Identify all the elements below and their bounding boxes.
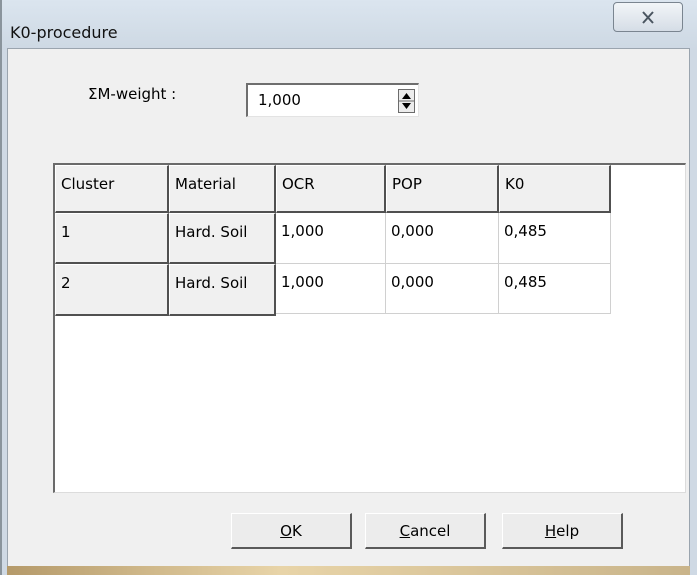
column-header-k0[interactable]: K0 bbox=[499, 165, 611, 213]
taskbar-strip bbox=[7, 566, 690, 575]
close-x-icon bbox=[642, 10, 654, 24]
sum-m-weight-spinbox[interactable]: 1,000 bbox=[246, 83, 419, 117]
row-header-cluster-1[interactable]: 1 bbox=[55, 213, 169, 264]
sum-m-weight-value[interactable]: 1,000 bbox=[258, 91, 301, 109]
cell-ocr-2[interactable]: 1,000 bbox=[276, 264, 386, 314]
spin-up-down-icon[interactable] bbox=[398, 89, 415, 113]
help-button-label: elp bbox=[556, 521, 580, 540]
k0-table[interactable]: Cluster Material OCR POP K0 1 Hard. Soil… bbox=[53, 163, 686, 493]
ok-button-accel: O bbox=[280, 521, 292, 540]
cell-k0-1[interactable]: 0,485 bbox=[499, 213, 611, 264]
cancel-button-accel: C bbox=[399, 521, 411, 540]
row-material-2[interactable]: Hard. Soil bbox=[169, 264, 276, 316]
help-button-accel: H bbox=[544, 521, 557, 540]
column-header-material[interactable]: Material bbox=[169, 165, 276, 213]
cell-ocr-1[interactable]: 1,000 bbox=[276, 213, 386, 264]
column-header-pop[interactable]: POP bbox=[386, 165, 499, 213]
cancel-button-label: ancel bbox=[410, 521, 451, 540]
dialog-title: K0-procedure bbox=[10, 23, 118, 42]
cell-pop-1[interactable]: 0,000 bbox=[386, 213, 499, 264]
column-header-cluster[interactable]: Cluster bbox=[55, 165, 169, 213]
k0-procedure-dialog: K0-procedure ΣM-weight : 1,000 Cluster M… bbox=[0, 0, 697, 575]
cell-k0-2[interactable]: 0,485 bbox=[499, 264, 611, 314]
cancel-button[interactable]: Cancel bbox=[365, 513, 486, 549]
cell-pop-2[interactable]: 0,000 bbox=[386, 264, 499, 314]
row-material-1[interactable]: Hard. Soil bbox=[169, 213, 276, 264]
title-bar[interactable]: K0-procedure bbox=[2, 0, 697, 50]
help-button[interactable]: Help bbox=[502, 513, 623, 549]
ok-button-label: K bbox=[291, 521, 302, 540]
column-header-ocr[interactable]: OCR bbox=[276, 165, 386, 213]
row-header-cluster-2[interactable]: 2 bbox=[55, 264, 169, 316]
sum-m-weight-label: ΣM-weight : bbox=[88, 85, 177, 103]
ok-button[interactable]: OK bbox=[231, 513, 352, 549]
close-button[interactable] bbox=[613, 2, 683, 32]
